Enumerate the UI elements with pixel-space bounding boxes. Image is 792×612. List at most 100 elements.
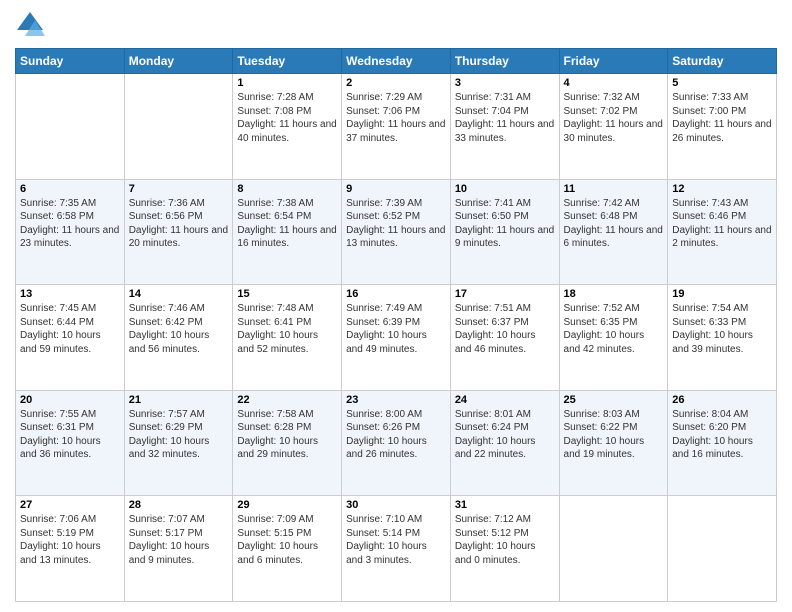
day-info: Sunrise: 7:38 AM Sunset: 6:54 PM Dayligh…	[237, 197, 337, 251]
day-number: 30	[346, 499, 446, 511]
day-cell: 18 Sunrise: 7:52 AM Sunset: 6:35 PM Dayli…	[559, 285, 668, 391]
day-cell: 15Sunrise: 7:48 AM Sunset: 6:41 PM Dayli…	[233, 285, 342, 391]
logo-icon	[15, 10, 45, 40]
day-number: 17	[455, 288, 555, 300]
day-cell	[16, 74, 125, 180]
page: SundayMondayTuesdayWednesdayThursdayFrid…	[0, 0, 792, 612]
day-cell: 2 Sunrise: 7:29 AM Sunset: 7:06 PM Daylig…	[342, 74, 451, 180]
day-number: 14	[129, 288, 229, 300]
col-header-sunday: Sunday	[16, 49, 125, 74]
day-cell: 9 Sunrise: 7:39 AM Sunset: 6:52 PM Daylig…	[342, 179, 451, 285]
day-cell: 21 Sunrise: 7:57 AM Sunset: 6:29 PM Dayli…	[124, 390, 233, 496]
day-number: 20	[20, 394, 120, 406]
day-number: 27	[20, 499, 120, 511]
day-cell: 23 Sunrise: 8:00 AM Sunset: 6:26 PM Dayli…	[342, 390, 451, 496]
week-row-3: 13 Sunrise: 7:45 AM Sunset: 6:44 PM Dayli…	[16, 285, 777, 391]
col-header-wednesday: Wednesday	[342, 49, 451, 74]
day-cell: 5 Sunrise: 7:33 AM Sunset: 7:00 PM Daylig…	[668, 74, 777, 180]
day-cell	[559, 496, 668, 602]
day-info: Sunrise: 8:04 AM Sunset: 6:20 PM Dayligh…	[672, 408, 772, 462]
day-info: Sunrise: 7:28 AM Sunset: 7:08 PM Dayligh…	[237, 91, 337, 145]
day-cell: 16 Sunrise: 7:49 AM Sunset: 6:39 PM Dayli…	[342, 285, 451, 391]
day-info: Sunrise: 7:45 AM Sunset: 6:44 PM Dayligh…	[20, 302, 120, 356]
day-info: Sunrise: 7:55 AM Sunset: 6:31 PM Dayligh…	[20, 408, 120, 462]
day-info: Sunrise: 7:29 AM Sunset: 7:06 PM Dayligh…	[346, 91, 446, 145]
day-number: 4	[564, 77, 664, 89]
day-cell: 6Sunrise: 7:35 AM Sunset: 6:58 PM Daylig…	[16, 179, 125, 285]
day-info: Sunrise: 7:33 AM Sunset: 7:00 PM Dayligh…	[672, 91, 772, 145]
day-info: Sunrise: 7:54 AM Sunset: 6:33 PM Dayligh…	[672, 302, 772, 356]
week-row-1: 1 Sunrise: 7:28 AM Sunset: 7:08 PM Daylig…	[16, 74, 777, 180]
day-number: 23	[346, 394, 446, 406]
day-info: Sunrise: 7:52 AM Sunset: 6:35 PM Dayligh…	[564, 302, 664, 356]
day-number: 19	[672, 288, 772, 300]
day-info: Sunrise: 7:32 AM Sunset: 7:02 PM Dayligh…	[564, 91, 664, 145]
day-info: Sunrise: 7:39 AM Sunset: 6:52 PM Dayligh…	[346, 197, 446, 251]
day-number: 2	[346, 77, 446, 89]
day-info: Sunrise: 7:06 AM Sunset: 5:19 PM Dayligh…	[20, 513, 120, 567]
day-info: Sunrise: 7:48 AM Sunset: 6:41 PM Dayligh…	[237, 302, 337, 356]
day-cell: 11 Sunrise: 7:42 AM Sunset: 6:48 PM Dayli…	[559, 179, 668, 285]
day-number: 11	[564, 183, 664, 195]
day-cell	[124, 74, 233, 180]
day-cell: 27 Sunrise: 7:06 AM Sunset: 5:19 PM Dayli…	[16, 496, 125, 602]
day-number: 13	[20, 288, 120, 300]
day-number: 3	[455, 77, 555, 89]
day-cell: 13 Sunrise: 7:45 AM Sunset: 6:44 PM Dayli…	[16, 285, 125, 391]
day-cell: 24 Sunrise: 8:01 AM Sunset: 6:24 PM Dayli…	[450, 390, 559, 496]
day-cell: 4 Sunrise: 7:32 AM Sunset: 7:02 PM Daylig…	[559, 74, 668, 180]
col-header-monday: Monday	[124, 49, 233, 74]
day-info: Sunrise: 8:01 AM Sunset: 6:24 PM Dayligh…	[455, 408, 555, 462]
day-number: 7	[129, 183, 229, 195]
day-number: 5	[672, 77, 772, 89]
day-cell: 7 Sunrise: 7:36 AM Sunset: 6:56 PM Daylig…	[124, 179, 233, 285]
day-cell: 1 Sunrise: 7:28 AM Sunset: 7:08 PM Daylig…	[233, 74, 342, 180]
week-row-5: 27 Sunrise: 7:06 AM Sunset: 5:19 PM Dayli…	[16, 496, 777, 602]
day-number: 18	[564, 288, 664, 300]
day-number: 16	[346, 288, 446, 300]
day-cell: 12 Sunrise: 7:43 AM Sunset: 6:46 PM Dayli…	[668, 179, 777, 285]
day-info: Sunrise: 8:00 AM Sunset: 6:26 PM Dayligh…	[346, 408, 446, 462]
day-number: 26	[672, 394, 772, 406]
day-number: 10	[455, 183, 555, 195]
day-cell: 22 Sunrise: 7:58 AM Sunset: 6:28 PM Dayli…	[233, 390, 342, 496]
day-number: 25	[564, 394, 664, 406]
day-number: 1	[237, 77, 337, 89]
day-info: Sunrise: 7:49 AM Sunset: 6:39 PM Dayligh…	[346, 302, 446, 356]
day-info: Sunrise: 7:46 AM Sunset: 6:42 PM Dayligh…	[129, 302, 229, 356]
day-number: 28	[129, 499, 229, 511]
day-cell: 17 Sunrise: 7:51 AM Sunset: 6:37 PM Dayli…	[450, 285, 559, 391]
day-number: 29	[237, 499, 337, 511]
col-header-tuesday: Tuesday	[233, 49, 342, 74]
day-info: Sunrise: 7:57 AM Sunset: 6:29 PM Dayligh…	[129, 408, 229, 462]
day-cell: 30Sunrise: 7:10 AM Sunset: 5:14 PM Dayli…	[342, 496, 451, 602]
day-cell: 26 Sunrise: 8:04 AM Sunset: 6:20 PM Dayli…	[668, 390, 777, 496]
day-number: 6	[20, 183, 120, 195]
day-number: 21	[129, 394, 229, 406]
day-cell: 25 Sunrise: 8:03 AM Sunset: 6:22 PM Dayli…	[559, 390, 668, 496]
day-info: Sunrise: 7:51 AM Sunset: 6:37 PM Dayligh…	[455, 302, 555, 356]
day-cell: 28 Sunrise: 7:07 AM Sunset: 5:17 PM Dayli…	[124, 496, 233, 602]
day-info: Sunrise: 7:43 AM Sunset: 6:46 PM Dayligh…	[672, 197, 772, 251]
day-number: 8	[237, 183, 337, 195]
day-number: 12	[672, 183, 772, 195]
day-cell: 3 Sunrise: 7:31 AM Sunset: 7:04 PM Daylig…	[450, 74, 559, 180]
week-row-2: 6Sunrise: 7:35 AM Sunset: 6:58 PM Daylig…	[16, 179, 777, 285]
day-cell: 20 Sunrise: 7:55 AM Sunset: 6:31 PM Dayli…	[16, 390, 125, 496]
header	[15, 10, 777, 40]
calendar-table: SundayMondayTuesdayWednesdayThursdayFrid…	[15, 48, 777, 602]
day-info: Sunrise: 7:36 AM Sunset: 6:56 PM Dayligh…	[129, 197, 229, 251]
day-number: 24	[455, 394, 555, 406]
day-number: 22	[237, 394, 337, 406]
week-row-4: 20 Sunrise: 7:55 AM Sunset: 6:31 PM Dayli…	[16, 390, 777, 496]
col-header-thursday: Thursday	[450, 49, 559, 74]
day-number: 9	[346, 183, 446, 195]
day-cell: 14 Sunrise: 7:46 AM Sunset: 6:42 PM Dayli…	[124, 285, 233, 391]
day-cell	[668, 496, 777, 602]
day-info: Sunrise: 7:07 AM Sunset: 5:17 PM Dayligh…	[129, 513, 229, 567]
day-info: Sunrise: 7:31 AM Sunset: 7:04 PM Dayligh…	[455, 91, 555, 145]
day-cell: 31Sunrise: 7:12 AM Sunset: 5:12 PM Dayli…	[450, 496, 559, 602]
day-info: Sunrise: 7:58 AM Sunset: 6:28 PM Dayligh…	[237, 408, 337, 462]
day-info: Sunrise: 8:03 AM Sunset: 6:22 PM Dayligh…	[564, 408, 664, 462]
day-info: Sunrise: 7:42 AM Sunset: 6:48 PM Dayligh…	[564, 197, 664, 251]
